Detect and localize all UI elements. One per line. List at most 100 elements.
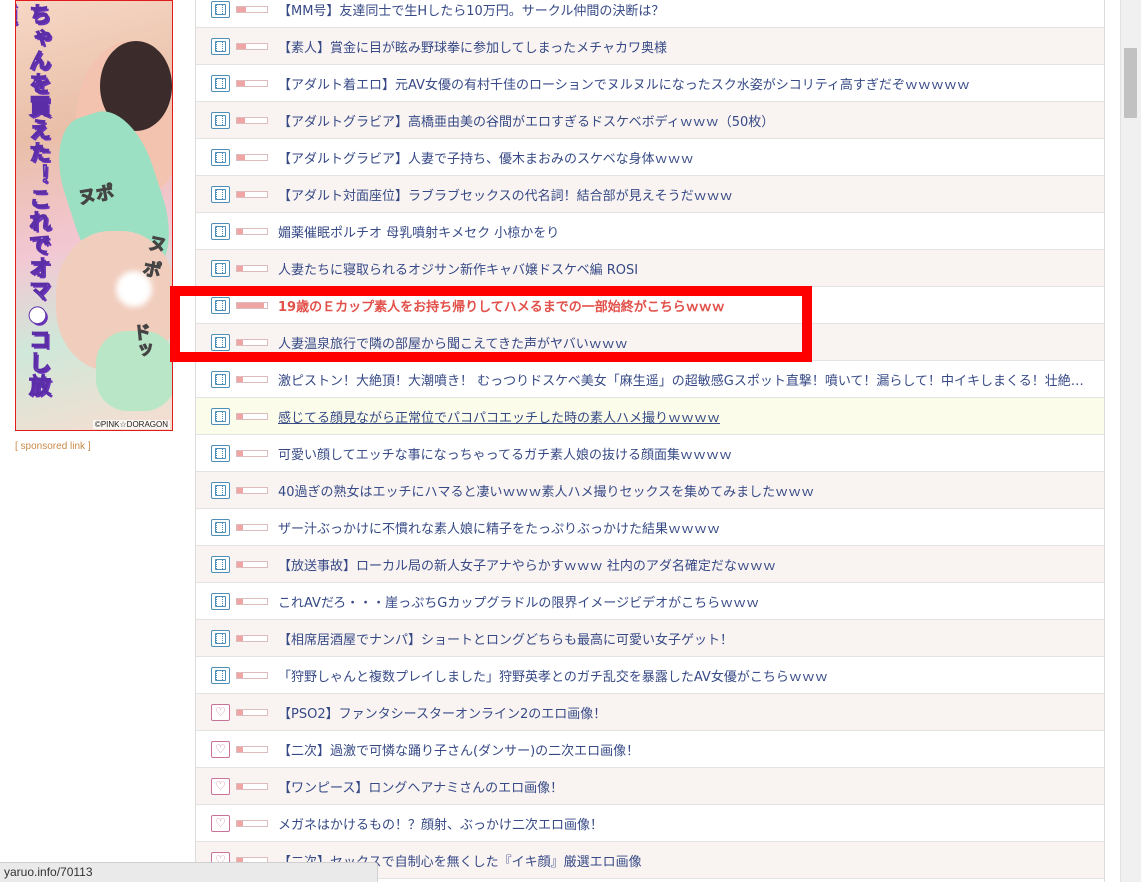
list-item[interactable]: 可愛い顔してエッチな事になっちゃってるガチ素人娘の抜ける顔面集ｗｗｗｗ (196, 435, 1104, 472)
sponsored-link-label[interactable]: [ sponsored link ] (15, 441, 91, 452)
popularity-bar (236, 42, 268, 50)
article-link[interactable]: 【相席居酒屋でナンパ】ショートとロングどちらも最高に可愛い女子ゲット！ (278, 629, 733, 648)
list-item[interactable]: 媚薬催眠ポルチオ 母乳噴射キメセク 小椋かをり (196, 213, 1104, 250)
article-link[interactable]: 媚薬催眠ポルチオ 母乳噴射キメセク 小椋かをり (278, 222, 559, 241)
article-link[interactable]: 人妻たちに寝取られるオジサン新作キャバ嬢ドスケベ編 ROSI (278, 259, 638, 278)
film-icon (211, 185, 230, 203)
heart-icon: ♡ (211, 777, 230, 795)
popularity-bar (236, 301, 268, 309)
list-item[interactable]: 【アダルト対面座位】ラブラブセックスの代名詞！結合部が見えそうだｗｗｗ (196, 176, 1104, 213)
popularity-bar (236, 708, 268, 716)
list-item[interactable]: 【放送事故】ローカル局の新人女子アナやらかすｗｗｗ 社内のアダ名確定だなｗｗｗ (196, 546, 1104, 583)
list-item[interactable]: 激ピストン！大絶頂！大潮噴き！ むっつりドスケベ美女「麻生遥」の超敏感Gスポット… (196, 361, 1104, 398)
list-item[interactable]: 40過ぎの熟女はエッチにハマると凄いｗｗｗ素人ハメ撮りセックスを集めてみましたｗ… (196, 472, 1104, 509)
popularity-bar (236, 79, 268, 87)
film-icon (211, 592, 230, 610)
popularity-bar (236, 375, 268, 383)
list-item[interactable]: 「狩野しゃんと複数プレイしました」狩野英孝とのガチ乱交を暴露したAV女優がこちら… (196, 657, 1104, 694)
film-icon (211, 37, 230, 55)
popularity-bar (236, 227, 268, 235)
article-link[interactable]: 19歳のＥカップ素人をお持ち帰りしてハメるまでの一部始終がこちらｗｗｗ (278, 296, 725, 315)
article-link[interactable]: 【MM号】友達同士で生Hしたら10万円。サークル仲間の決断は？ (278, 0, 664, 19)
popularity-bar (236, 5, 268, 13)
popularity-bar (236, 486, 268, 494)
film-icon (211, 407, 230, 425)
article-link[interactable]: 【PSO2】ファンタシースターオンライン2のエロ画像！ (278, 703, 606, 722)
article-link[interactable]: 【素人】賞金に目が眩み野球拳に参加してしまったメチャカワ奥様 (278, 37, 667, 56)
film-icon (211, 259, 230, 277)
list-item[interactable]: 19歳のＥカップ素人をお持ち帰りしてハメるまでの一部始終がこちらｗｗｗ (196, 287, 1104, 324)
popularity-bar (236, 560, 268, 568)
popularity-bar (236, 634, 268, 642)
list-item[interactable]: 人妻たちに寝取られるオジサン新作キャバ嬢ドスケベ編 ROSI (196, 250, 1104, 287)
article-link[interactable]: 【アダルトグラビア】人妻で子持ち、優木まおみのスケベな身体ｗｗｗ (278, 148, 694, 167)
list-item[interactable]: ♡ 【ワンピース】ロングヘアナミさんのエロ画像！ (196, 768, 1104, 805)
popularity-bar (236, 153, 268, 161)
article-link[interactable]: 「狩野しゃんと複数プレイしました」狩野英孝とのガチ乱交を暴露したAV女優がこちら… (278, 666, 828, 685)
list-item[interactable]: 感じてる顔見ながら正常位でパコパコエッチした時の素人ハメ撮りｗｗｗｗ (196, 398, 1104, 435)
article-link[interactable]: ザー汁ぶっかけに不慣れな素人娘に精子をたっぷりぶっかけた結果ｗｗｗｗ (278, 518, 720, 537)
article-link[interactable]: 人妻温泉旅行で隣の部屋から聞こえてきた声がヤバいｗｗｗ (278, 333, 628, 352)
film-icon (211, 518, 230, 536)
ad-credit: ©PINK☆DORAGON (92, 420, 170, 429)
list-item[interactable]: ♡ 【二次】過激で可憐な踊り子さん(ダンサー)の二次エロ画像！ (196, 731, 1104, 768)
article-link[interactable]: 40過ぎの熟女はエッチにハマると凄いｗｗｗ素人ハメ撮りセックスを集めてみましたｗ… (278, 481, 814, 500)
list-item[interactable]: ♡ メガネはかけるもの！？顔射、ぶっかけ二次エロ画像！ (196, 805, 1104, 842)
film-icon (211, 111, 230, 129)
list-item[interactable]: 【MM号】友達同士で生Hしたら10万円。サークル仲間の決断は？ (196, 0, 1104, 28)
article-link[interactable]: 可愛い顔してエッチな事になっちゃってるガチ素人娘の抜ける顔面集ｗｗｗｗ (278, 444, 732, 463)
list-item[interactable]: 【アダルトグラビア】人妻で子持ち、優木まおみのスケベな身体ｗｗｗ (196, 139, 1104, 176)
popularity-bar (236, 190, 268, 198)
article-link[interactable]: 感じてる顔見ながら正常位でパコパコエッチした時の素人ハメ撮りｗｗｗｗ (278, 407, 720, 426)
list-item[interactable]: 【アダルト着エロ】元AV女優の有村千佳のローションでヌルヌルになったスク水姿がシ… (196, 65, 1104, 102)
popularity-bar (236, 745, 268, 753)
status-bar-url: yaruo.info/70113 (0, 862, 378, 882)
popularity-bar (236, 116, 268, 124)
popularity-bar (236, 523, 268, 531)
film-icon (211, 481, 230, 499)
list-item[interactable]: 【相席居酒屋でナンパ】ショートとロングどちらも最高に可愛い女子ゲット！ (196, 620, 1104, 657)
popularity-bar (236, 819, 268, 827)
heart-icon: ♡ (211, 703, 230, 721)
article-link[interactable]: これAVだろ・・・崖っぷちGカップグラドルの限界イメージビデオがこちらｗｗｗ (278, 592, 759, 611)
popularity-bar (236, 597, 268, 605)
film-icon (211, 333, 230, 351)
popularity-bar (236, 412, 268, 420)
popularity-bar (236, 449, 268, 457)
ad-sfx-text: ドッ (129, 321, 155, 360)
film-icon (211, 222, 230, 240)
film-icon (211, 444, 230, 462)
ad-banner-text: ちゃんを買えた！これでオマ●コし放題!! (16, 3, 51, 398)
film-icon (211, 148, 230, 166)
article-link[interactable]: 【アダルト着エロ】元AV女優の有村千佳のローションでヌルヌルになったスク水姿がシ… (278, 74, 970, 93)
list-item[interactable]: これAVだろ・・・崖っぷちGカップグラドルの限界イメージビデオがこちらｗｗｗ (196, 583, 1104, 620)
sponsored-ad-banner[interactable]: ちゃんを買えた！これでオマ●コし放題!! ヌポ ヌポ ドッ ©PINK☆DORA… (15, 0, 173, 431)
article-list: 【MM号】友達同士で生Hしたら10万円。サークル仲間の決断は？ 【素人】賞金に目が… (196, 0, 1104, 879)
popularity-bar (236, 264, 268, 272)
article-link[interactable]: 激ピストン！大絶頂！大潮噴き！ むっつりドスケベ美女「麻生遥」の超敏感Gスポット… (278, 370, 1088, 389)
article-link[interactable]: 【アダルト対面座位】ラブラブセックスの代名詞！結合部が見えそうだｗｗｗ (278, 185, 733, 204)
article-link[interactable]: 【ワンピース】ロングヘアナミさんのエロ画像！ (278, 777, 563, 796)
heart-icon: ♡ (211, 740, 230, 758)
popularity-bar (236, 782, 268, 790)
heart-icon: ♡ (211, 814, 230, 832)
film-icon (211, 629, 230, 647)
article-link[interactable]: 【アダルトグラビア】高橋亜由美の谷間がエロすぎるドスケベボディｗｗｗ（50枚） (278, 111, 774, 130)
film-icon (211, 296, 230, 314)
film-icon (211, 666, 230, 684)
scrollbar-thumb[interactable] (1124, 48, 1137, 118)
article-link[interactable]: メガネはかけるもの！？顔射、ぶっかけ二次エロ画像！ (278, 814, 603, 833)
list-item[interactable]: 人妻温泉旅行で隣の部屋から聞こえてきた声がヤバいｗｗｗ (196, 324, 1104, 361)
film-icon (211, 370, 230, 388)
list-item[interactable]: 【アダルトグラビア】高橋亜由美の谷間がエロすぎるドスケベボディｗｗｗ（50枚） (196, 102, 1104, 139)
list-item[interactable]: 【素人】賞金に目が眩み野球拳に参加してしまったメチャカワ奥様 (196, 28, 1104, 65)
list-item[interactable]: ♡ 【PSO2】ファンタシースターオンライン2のエロ画像！ (196, 694, 1104, 731)
list-item[interactable]: ザー汁ぶっかけに不慣れな素人娘に精子をたっぷりぶっかけた結果ｗｗｗｗ (196, 509, 1104, 546)
popularity-bar (236, 338, 268, 346)
article-link[interactable]: 【二次】過激で可憐な踊り子さん(ダンサー)の二次エロ画像！ (278, 740, 639, 759)
film-icon (211, 555, 230, 573)
film-icon (211, 74, 230, 92)
article-link[interactable]: 【放送事故】ローカル局の新人女子アナやらかすｗｗｗ 社内のアダ名確定だなｗｗｗ (278, 555, 776, 574)
article-list-panel: 【MM号】友達同士で生Hしたら10万円。サークル仲間の決断は？ 【素人】賞金に目が… (195, 0, 1105, 882)
vertical-scrollbar[interactable] (1120, 0, 1141, 882)
